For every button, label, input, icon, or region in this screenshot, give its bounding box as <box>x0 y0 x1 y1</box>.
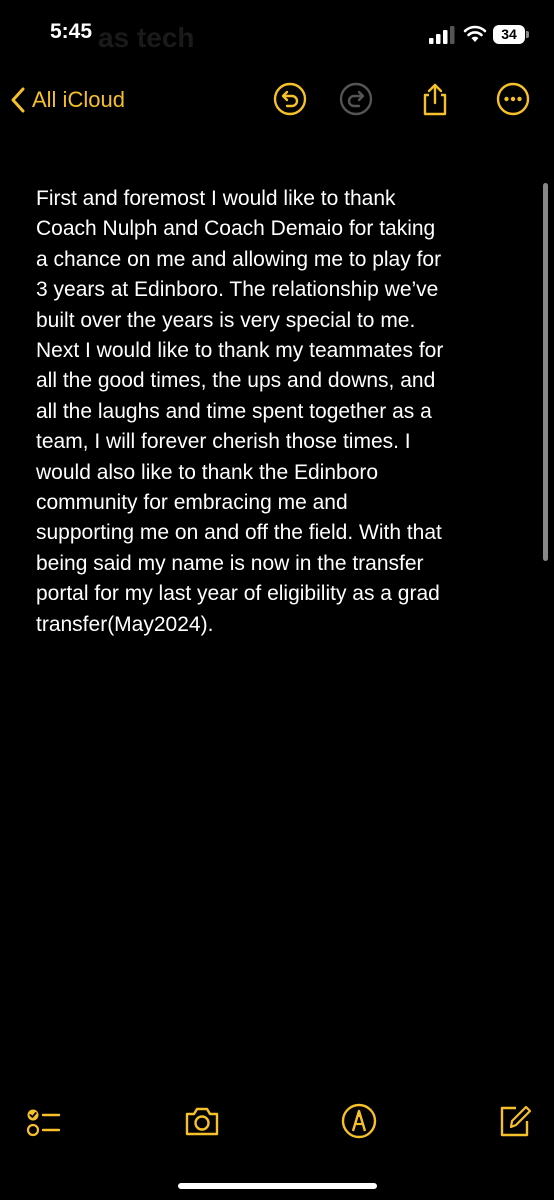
markup-pen-icon[interactable] <box>340 1102 378 1140</box>
status-bar: as tech 5:45 34 <box>0 0 554 70</box>
compose-icon[interactable] <box>496 1102 534 1140</box>
cellular-signal-icon <box>429 26 455 44</box>
share-icon[interactable] <box>418 82 452 116</box>
ghost-title: as tech <box>98 22 195 53</box>
status-time: 5:45 <box>50 20 93 43</box>
chevron-left-icon <box>11 87 25 113</box>
redo-icon[interactable] <box>339 82 373 116</box>
back-button[interactable]: All iCloud <box>10 82 125 118</box>
home-indicator <box>178 1183 377 1189</box>
note-body[interactable]: First and foremost I would like to thank… <box>36 184 522 640</box>
camera-icon[interactable] <box>183 1102 221 1140</box>
scrollbar[interactable] <box>543 183 548 561</box>
checklist-icon[interactable] <box>24 1102 62 1140</box>
wifi-icon <box>463 25 487 42</box>
nav-bar: All iCloud <box>0 72 554 128</box>
battery-indicator: 34 <box>493 25 525 44</box>
back-label: All iCloud <box>32 87 125 112</box>
battery-cap <box>526 31 529 38</box>
bottom-toolbar <box>0 1098 554 1144</box>
undo-icon[interactable] <box>273 82 307 116</box>
more-icon[interactable] <box>496 82 530 116</box>
